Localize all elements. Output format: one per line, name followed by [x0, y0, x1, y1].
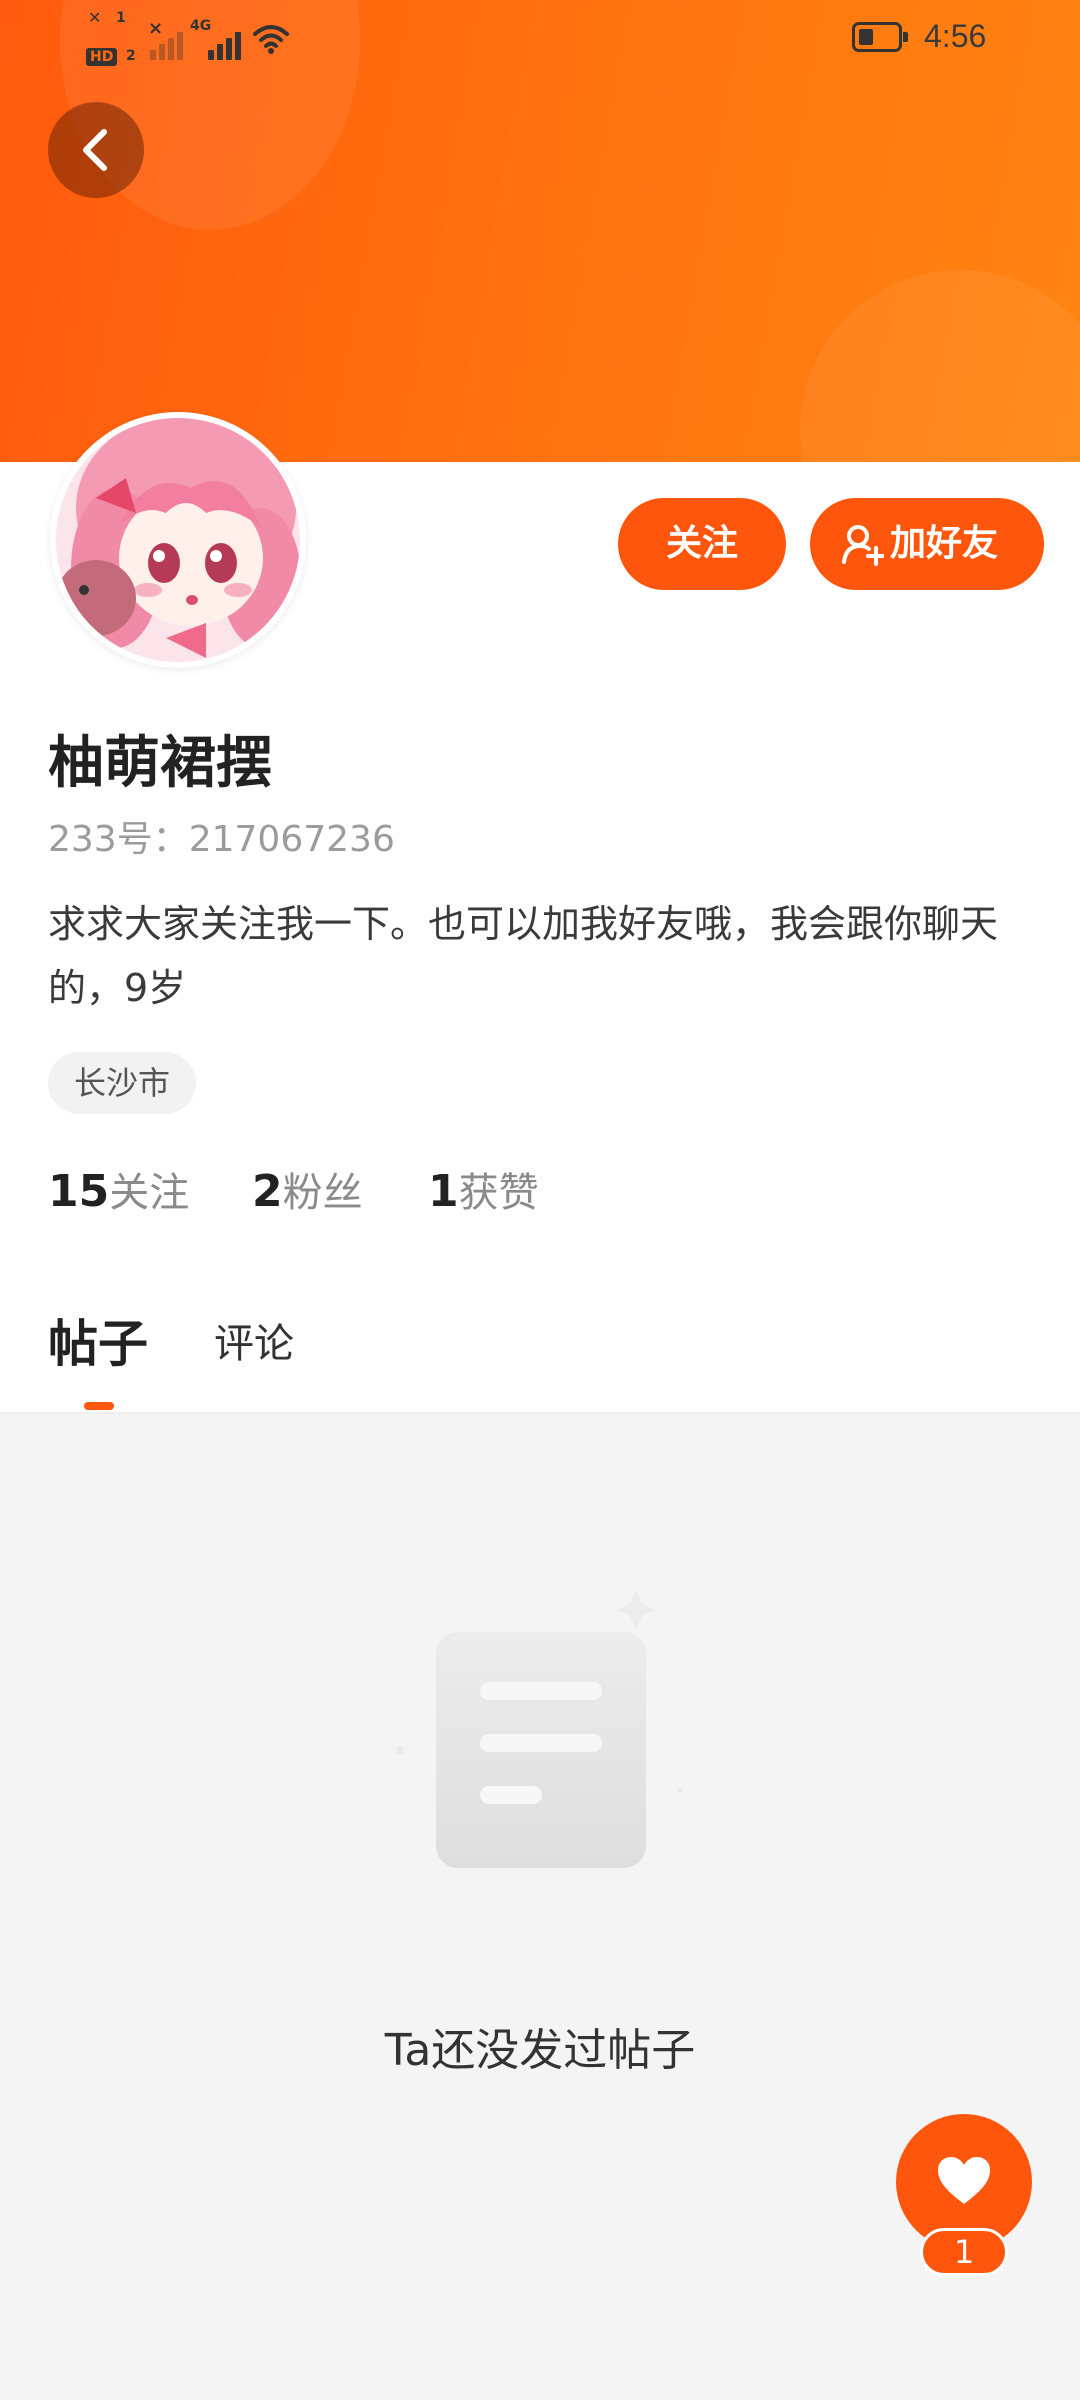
- status-bar: ✕ 1 HD 2 × 4G 4:56: [0, 0, 1080, 80]
- location-tag[interactable]: 长沙市: [48, 1052, 197, 1114]
- wifi-icon: [253, 25, 289, 54]
- like-count-badge: 1: [920, 2228, 1008, 2276]
- stat-fans[interactable]: 2粉丝: [252, 1162, 363, 1223]
- empty-document-icon: [396, 1590, 683, 1868]
- heart-icon: [938, 2157, 990, 2204]
- stat-following[interactable]: 15关注: [48, 1162, 189, 1223]
- stat-likes[interactable]: 1获赞: [428, 1162, 539, 1223]
- avatar-image: [56, 418, 300, 662]
- tab-comments[interactable]: 评论: [214, 1300, 294, 1400]
- tab-active-indicator: [84, 1402, 114, 1410]
- status-time: 4:56: [924, 18, 987, 54]
- empty-state-message: Ta还没发过帖子: [384, 2025, 696, 2076]
- bio-text: 求求大家关注我一下。也可以加我好友哦，我会跟你聊天的，9岁: [48, 902, 999, 1010]
- banner-decoration: [800, 270, 1080, 462]
- tab-posts[interactable]: 帖子: [48, 1300, 148, 1400]
- signal-x-icon: ×: [148, 18, 164, 39]
- add-user-icon: [842, 525, 884, 566]
- stat-fans-count: 2: [252, 1166, 283, 1217]
- user-id[interactable]: 233号：217067236: [48, 810, 395, 862]
- stat-likes-count: 1: [428, 1166, 459, 1217]
- stat-following-label: 关注: [109, 1170, 190, 1216]
- sim1-label: 1: [116, 10, 126, 26]
- chevron-left-icon: [83, 129, 107, 171]
- add-friend-label: 加好友: [890, 523, 999, 564]
- add-friend-button[interactable]: 加好友: [810, 498, 1044, 590]
- stat-following-count: 15: [48, 1166, 110, 1217]
- avatar[interactable]: [50, 412, 306, 668]
- stat-fans-label: 粉丝: [282, 1170, 363, 1216]
- battery-icon: [852, 22, 908, 52]
- status-icons-left: ✕ 1 HD 2 × 4G: [86, 8, 306, 68]
- sim2-label: 2: [126, 48, 136, 64]
- no-signal-icon: ✕: [88, 8, 102, 27]
- stat-likes-label: 获赞: [458, 1170, 539, 1216]
- back-button[interactable]: [48, 102, 144, 198]
- tab-bar: 帖子 评论: [0, 1300, 1080, 1414]
- hd-badge: HD: [86, 48, 118, 66]
- username: 柚萌裙摆: [48, 731, 272, 796]
- network-type-label: 4G: [190, 18, 212, 34]
- follow-button[interactable]: 关注: [618, 498, 786, 590]
